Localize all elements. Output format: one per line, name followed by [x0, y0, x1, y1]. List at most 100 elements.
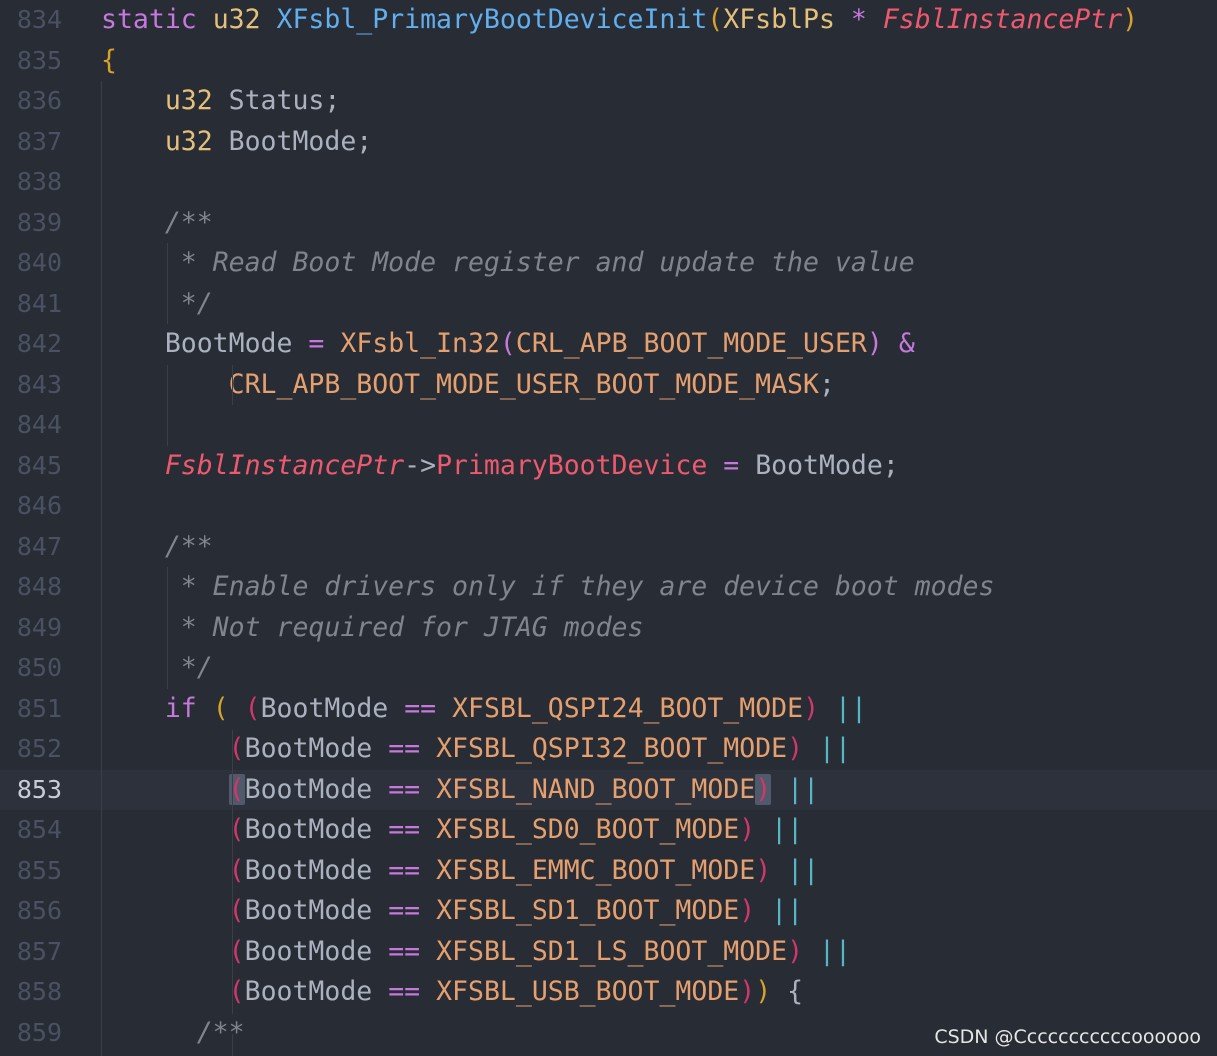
- code-token: BootMode: [244, 935, 389, 967]
- code-line[interactable]: 853 (BootMode == XFSBL_NAND_BOOT_MODE) |…: [0, 769, 1217, 811]
- line-content[interactable]: u32 Status;: [101, 81, 341, 122]
- code-line[interactable]: 840 * Read Boot Mode register and update…: [0, 243, 1217, 284]
- code-token: ): [739, 895, 756, 926]
- code-line[interactable]: 848 * Enable drivers only if they are de…: [0, 567, 1217, 608]
- line-content[interactable]: (BootMode == XFSBL_SD1_LS_BOOT_MODE) ||: [101, 932, 851, 973]
- code-token: BootMode: [244, 814, 389, 845]
- code-line[interactable]: 851 if ( (BootMode == XFSBL_QSPI24_BOOT_…: [0, 689, 1217, 730]
- code-line[interactable]: 856 (BootMode == XFSBL_SD1_BOOT_MODE) ||: [0, 891, 1217, 932]
- line-content[interactable]: * Not required for JTAG modes: [101, 608, 644, 649]
- code-line[interactable]: 850 */: [0, 648, 1217, 689]
- code-token: &: [898, 328, 915, 359]
- code-line[interactable]: 838: [0, 162, 1217, 203]
- code-line[interactable]: 855 (BootMode == XFSBL_EMMC_BOOT_MODE) |…: [0, 851, 1217, 892]
- line-number: 846: [16, 491, 62, 520]
- code-line[interactable]: 841 */: [0, 284, 1217, 325]
- code-token: /**: [101, 1016, 245, 1048]
- line-content[interactable]: */: [101, 648, 213, 689]
- code-token: ==: [388, 814, 421, 845]
- code-token: {: [101, 44, 117, 76]
- code-token: FsblInstancePtr: [882, 4, 1123, 35]
- code-line[interactable]: 854 (BootMode == XFSBL_SD0_BOOT_MODE) ||: [0, 810, 1217, 851]
- line-content[interactable]: * Enable drivers only if they are device…: [101, 567, 995, 608]
- line-number: 856: [16, 896, 62, 925]
- line-number: 842: [16, 329, 62, 358]
- code-token: u32: [101, 85, 229, 116]
- line-content[interactable]: /**: [101, 1013, 245, 1054]
- line-number: 848: [16, 572, 62, 601]
- code-line[interactable]: 847 /**: [0, 527, 1217, 568]
- line-content[interactable]: /**: [101, 527, 213, 568]
- line-content[interactable]: (BootMode == XFSBL_QSPI32_BOOT_MODE) ||: [101, 729, 851, 770]
- code-token: ): [755, 773, 772, 805]
- code-editor[interactable]: 834 static u32 XFsbl_PrimaryBootDeviceIni…: [0, 0, 1217, 1056]
- line-content[interactable]: */: [101, 284, 213, 325]
- line-content[interactable]: if ( (BootMode == XFSBL_QSPI24_BOOT_MODE…: [101, 689, 867, 730]
- line-number: 839: [16, 207, 62, 237]
- code-line[interactable]: 836 u32 Status;: [0, 81, 1217, 122]
- code-line[interactable]: 837 u32 BootMode;: [0, 122, 1217, 163]
- code-token: ): [787, 935, 804, 967]
- code-token: (: [707, 4, 724, 35]
- line-content[interactable]: * Read Boot Mode register and update the…: [101, 243, 915, 284]
- line-content[interactable]: /**: [101, 203, 213, 244]
- code-token: BootMode: [244, 773, 389, 805]
- code-token: XFSBL_NAND_BOOT_MODE: [436, 773, 756, 805]
- line-content[interactable]: (BootMode == XFSBL_SD1_BOOT_MODE) ||: [101, 891, 803, 932]
- code-line[interactable]: 846: [0, 486, 1217, 527]
- line-number: 844: [16, 410, 62, 439]
- code-line[interactable]: 839 /**: [0, 203, 1217, 244]
- code-line[interactable]: 857 (BootMode == XFSBL_SD1_LS_BOOT_MODE)…: [0, 932, 1217, 973]
- line-number: 838: [16, 167, 62, 196]
- line-number: 853: [16, 774, 62, 804]
- code-token: u32: [101, 125, 229, 157]
- code-line[interactable]: 834 static u32 XFsbl_PrimaryBootDeviceIni…: [0, 0, 1217, 41]
- code-line[interactable]: 843 CRL_APB_BOOT_MODE_USER_BOOT_MODE_MAS…: [0, 365, 1217, 406]
- line-content[interactable]: (BootMode == XFSBL_EMMC_BOOT_MODE) ||: [101, 851, 819, 892]
- code-token: XFSBL_SD1_LS_BOOT_MODE: [436, 935, 788, 967]
- code-token: ||: [771, 895, 804, 926]
- code-token: */: [101, 287, 213, 319]
- code-token: ): [739, 976, 756, 1007]
- code-token: BootMode;: [228, 125, 373, 157]
- code-token: if: [101, 692, 213, 724]
- line-content[interactable]: static u32 XFsbl_PrimaryBootDeviceInit(X…: [101, 0, 1138, 41]
- line-content[interactable]: u32 BootMode;: [101, 122, 372, 163]
- code-token: ): [866, 328, 883, 359]
- code-token: Status;: [228, 85, 341, 116]
- code-line[interactable]: 845 FsblInstancePtr->PrimaryBootDevice =…: [0, 446, 1217, 487]
- code-line[interactable]: 844: [0, 405, 1217, 446]
- code-line[interactable]: 842 BootMode = XFsbl_In32(CRL_APB_BOOT_M…: [0, 324, 1217, 365]
- line-content[interactable]: (BootMode == XFSBL_USB_BOOT_MODE)) {: [101, 972, 803, 1013]
- line-number: 859: [16, 1017, 62, 1047]
- line-content[interactable]: CRL_APB_BOOT_MODE_USER_BOOT_MODE_MASK;: [101, 365, 835, 406]
- line-content[interactable]: FsblInstancePtr->PrimaryBootDevice = Boo…: [101, 446, 899, 487]
- code-line[interactable]: 852 (BootMode == XFSBL_QSPI32_BOOT_MODE)…: [0, 729, 1217, 770]
- code-token: ||: [771, 814, 804, 845]
- code-token: BootMode: [244, 895, 389, 926]
- line-content[interactable]: {: [101, 41, 117, 82]
- code-token: * Read Boot Mode register and update the…: [101, 247, 915, 278]
- line-number: 855: [16, 855, 62, 885]
- line-content[interactable]: (BootMode == XFSBL_NAND_BOOT_MODE) ||: [101, 770, 819, 811]
- code-line[interactable]: 849 * Not required for JTAG modes: [0, 608, 1217, 649]
- code-line[interactable]: 835 {: [0, 41, 1217, 82]
- code-token: BootMode: [244, 733, 389, 764]
- code-token: BootMode: [244, 854, 389, 886]
- code-line[interactable]: 858 (BootMode == XFSBL_USB_BOOT_MODE)) {: [0, 972, 1217, 1013]
- line-content[interactable]: (BootMode == XFSBL_SD0_BOOT_MODE) ||: [101, 810, 803, 851]
- code-token: ||: [819, 935, 851, 967]
- code-token: */: [101, 652, 213, 683]
- line-content[interactable]: BootMode = XFsbl_In32(CRL_APB_BOOT_MODE_…: [101, 324, 915, 365]
- code-token: (: [212, 692, 229, 724]
